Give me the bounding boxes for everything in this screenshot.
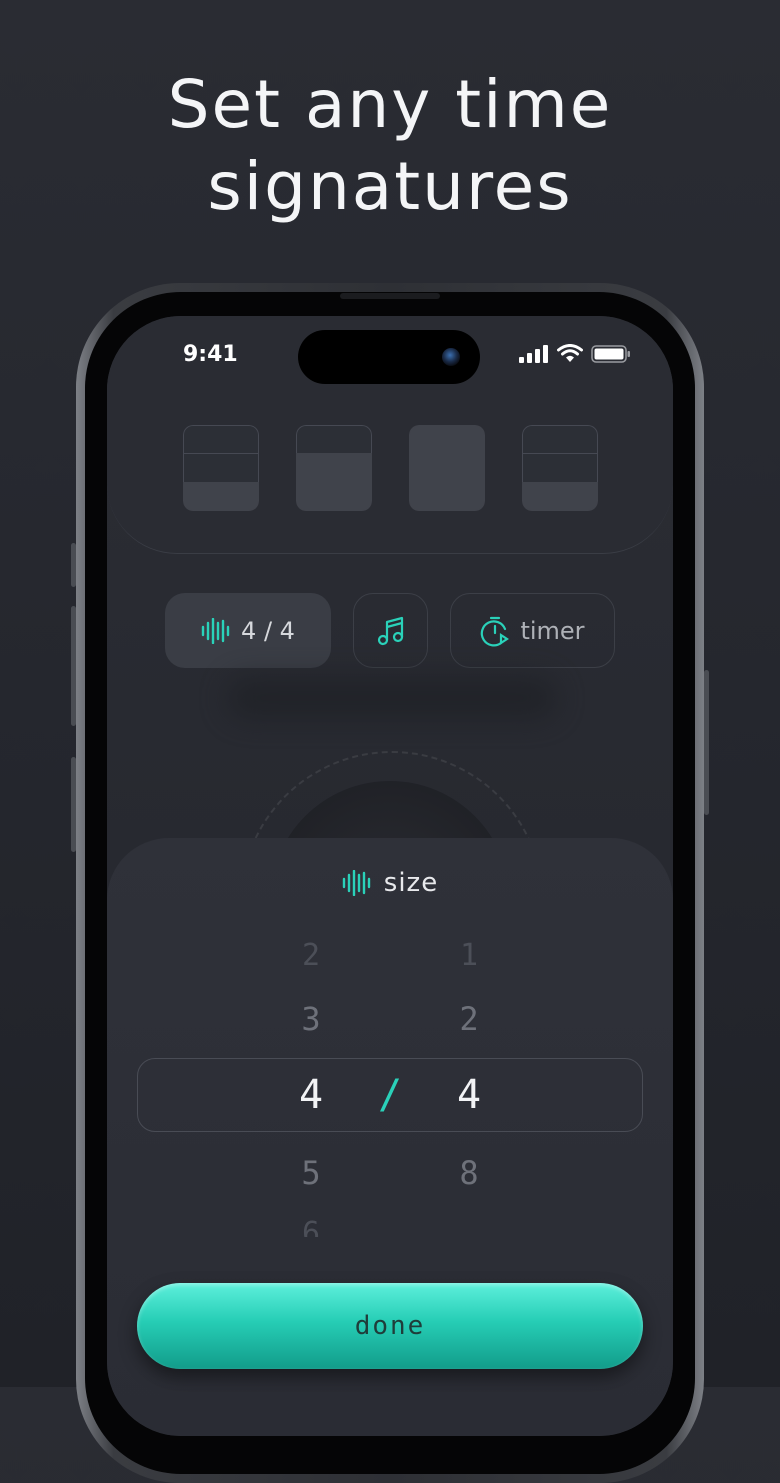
- beats-picker-selected[interactable]: 4: [281, 1072, 341, 1118]
- headline-line-1: Set any time: [167, 66, 613, 143]
- beats-picker-option[interactable]: 2: [281, 938, 341, 973]
- signal-icon: [519, 344, 548, 363]
- done-button[interactable]: done: [137, 1283, 643, 1369]
- note-value-picker-option[interactable]: 1: [439, 938, 499, 973]
- beat-blocks: [183, 425, 598, 511]
- mode-buttons: 4 / 4 timer: [165, 593, 665, 668]
- note-value-picker-selected[interactable]: 4: [439, 1072, 499, 1118]
- sheet-title: size: [107, 868, 673, 898]
- timer-icon: [481, 616, 510, 646]
- status-time: 9:41: [183, 342, 238, 367]
- beats-picker-option[interactable]: 6: [281, 1216, 341, 1237]
- note-value-picker-option[interactable]: 8: [439, 1154, 499, 1192]
- battery-icon: [591, 344, 630, 363]
- blurred-background-content: [227, 678, 557, 718]
- timer-button[interactable]: timer: [450, 593, 615, 668]
- sheet-title-label: size: [383, 868, 439, 898]
- time-signature-label: 4 / 4: [241, 616, 295, 645]
- phone-speaker: [340, 293, 440, 299]
- timer-label: timer: [520, 616, 585, 645]
- phone-action-button: [71, 543, 76, 587]
- headline-line-2: signatures: [207, 148, 573, 225]
- phone-screen: 9:41 4 / 4 timer size 2 3 4 5 6 / 1 2 4 …: [107, 316, 673, 1436]
- phone-power-button: [704, 670, 709, 815]
- beat-block-3[interactable]: [409, 425, 485, 511]
- beat-block-1[interactable]: [183, 425, 259, 511]
- beats-picker-option[interactable]: 5: [281, 1154, 341, 1192]
- phone-volume-down: [71, 757, 76, 852]
- time-signature-sheet: size 2 3 4 5 6 / 1 2 4 8 done: [107, 838, 673, 1436]
- beats-picker-option[interactable]: 3: [281, 1000, 341, 1038]
- waveform-icon: [342, 870, 370, 896]
- beat-block-4[interactable]: [522, 425, 598, 511]
- wifi-icon: [557, 344, 583, 362]
- status-icons: [519, 344, 631, 363]
- sound-button[interactable]: [353, 593, 428, 668]
- waveform-icon: [201, 617, 230, 644]
- signature-separator: /: [377, 1072, 403, 1118]
- beat-block-2[interactable]: [296, 425, 372, 511]
- time-signature-button[interactable]: 4 / 4: [165, 593, 331, 668]
- dynamic-island: [298, 330, 480, 384]
- music-note-icon: [377, 616, 403, 645]
- camera-icon: [442, 348, 460, 366]
- note-value-picker-option[interactable]: 2: [439, 1000, 499, 1038]
- headline: Set any time signatures: [0, 64, 780, 228]
- phone-volume-up: [71, 606, 76, 726]
